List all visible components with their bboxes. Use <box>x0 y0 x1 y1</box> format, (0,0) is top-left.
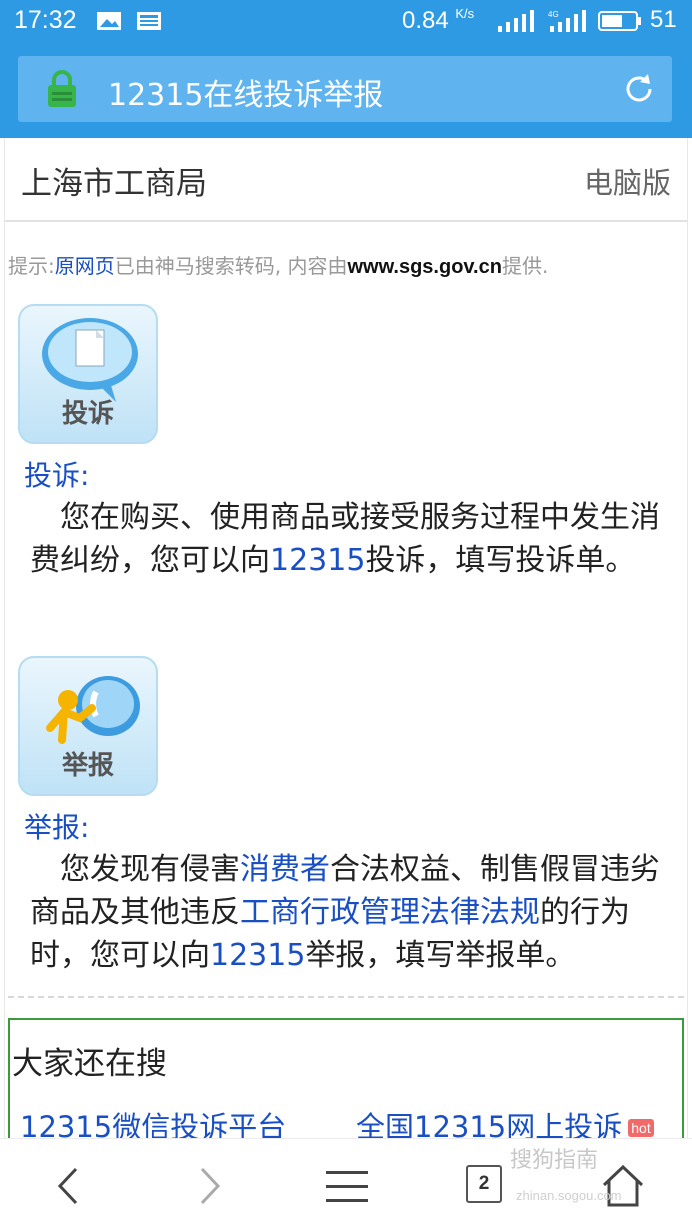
complaint-12315-link[interactable]: 12315 <box>270 543 365 578</box>
home-icon[interactable] <box>598 1161 648 1211</box>
browser-address-bar: 12315在线投诉举报 <box>0 44 692 138</box>
source-domain: www.sgs.gov.cn <box>347 256 502 278</box>
image-notification-icon <box>97 12 121 30</box>
site-title: 上海市工商局 <box>21 166 207 202</box>
refresh-icon[interactable] <box>622 72 656 106</box>
transcode-hint: 提示:原网页已由神马搜索转码, 内容由www.sgs.gov.cn提供. <box>8 254 549 278</box>
status-time: 17:32 <box>14 6 77 34</box>
news-notification-icon <box>137 12 161 30</box>
back-icon[interactable] <box>44 1161 94 1211</box>
signal-icon <box>498 10 534 32</box>
status-bar: 17:32 0.84 K/s 4G 51 <box>0 0 692 44</box>
related-searches-title: 大家还在搜 <box>12 1046 167 1082</box>
section-divider <box>8 996 684 998</box>
forward-icon[interactable] <box>184 1161 234 1211</box>
watermark: 搜狗指南 <box>510 1148 599 1173</box>
4g-signal-icon: 4G <box>548 10 586 32</box>
report-description: 您发现有侵害消费者合法权益、制售假冒违劣商品及其他违反工商行政管理法律法规的行为… <box>30 852 660 973</box>
page-title: 12315在线投诉举报 <box>108 78 384 113</box>
tab-count-button[interactable]: 2 <box>466 1165 502 1203</box>
url-field[interactable]: 12315在线投诉举报 <box>18 56 672 122</box>
battery-icon <box>598 11 641 31</box>
hot-badge: hot <box>628 1119 654 1137</box>
report-12315-link[interactable]: 12315 <box>210 938 305 973</box>
desktop-version-link[interactable]: 电脑版 <box>584 160 671 202</box>
site-header: 上海市工商局 电脑版 <box>4 138 688 222</box>
menu-icon[interactable] <box>322 1161 372 1211</box>
report-icon-button[interactable]: 举报 <box>18 656 158 796</box>
complaint-icon-button[interactable]: 投诉 <box>18 304 158 444</box>
related-searches: 大家还在搜 12315微信投诉平台 全国12315网上投诉 hot <box>8 1018 684 1158</box>
complaint-description: 您在购买、使用商品或接受服务过程中发生消费纠纷，您可以向12315投诉，填写投诉… <box>30 500 660 578</box>
report-title: 举报: <box>24 811 90 844</box>
watermark-url: zhinan.sogou.com <box>516 1188 622 1203</box>
original-page-link[interactable]: 原网页 <box>55 254 115 278</box>
complaint-title: 投诉: <box>24 459 90 492</box>
speech-bubble-document-icon <box>42 318 138 402</box>
consumer-link[interactable]: 消费者 <box>240 852 330 887</box>
battery-percent: 51 <box>650 6 677 33</box>
lock-icon <box>48 70 76 107</box>
person-phone-icon <box>46 676 140 744</box>
regulations-link[interactable]: 工商行政管理法律法规 <box>240 895 540 930</box>
svg-text:4G: 4G <box>548 10 559 19</box>
net-speed: 0.84 K/s <box>402 6 475 34</box>
